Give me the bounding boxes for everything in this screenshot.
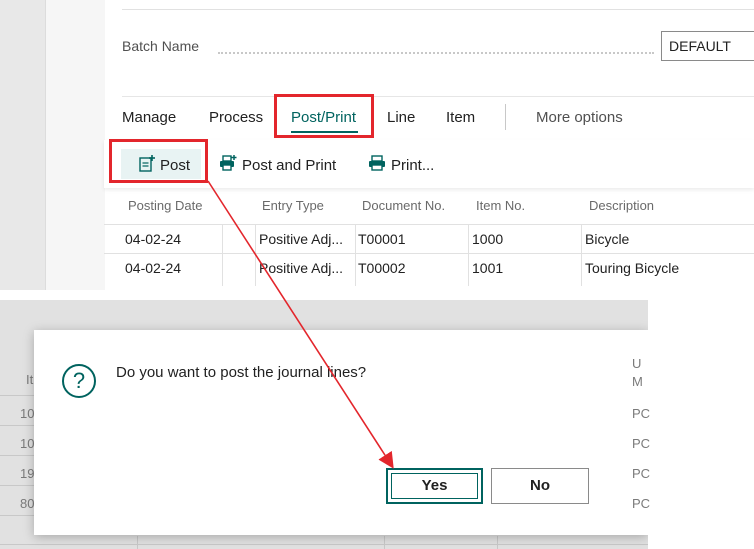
page-right-margin xyxy=(648,300,754,549)
highlight-box-post-print-tab xyxy=(274,94,374,138)
top-divider xyxy=(122,9,754,10)
highlight-box-post-button xyxy=(109,139,208,183)
background-cell: PC xyxy=(632,466,651,481)
background-cell: PC xyxy=(632,406,651,421)
column-header-document-no[interactable]: Document No. xyxy=(362,198,445,213)
grid-divider xyxy=(255,224,256,286)
menu-divider xyxy=(122,96,754,97)
grid-divider xyxy=(0,544,648,545)
post-and-print-icon xyxy=(220,155,237,171)
batch-name-leader xyxy=(218,40,654,54)
tab-process[interactable]: Process xyxy=(209,109,263,126)
batch-name-label: Batch Name xyxy=(122,38,200,54)
grid-divider xyxy=(0,395,34,396)
grid-divider xyxy=(137,536,138,549)
question-icon: ? xyxy=(62,364,96,398)
grid-divider xyxy=(0,455,34,456)
cell-document-no[interactable]: T00002 xyxy=(358,260,405,276)
print-button[interactable]: Print... xyxy=(391,157,434,174)
left-strip-inner xyxy=(45,0,105,290)
table-row[interactable] xyxy=(104,224,754,253)
cell-posting-date[interactable]: 04-02-24 xyxy=(125,231,181,247)
batch-name-field[interactable]: DEFAULT xyxy=(661,31,754,61)
cell-posting-date[interactable]: 04-02-24 xyxy=(125,260,181,276)
grid-divider xyxy=(497,536,498,549)
grid-divider xyxy=(355,224,356,286)
post-and-print-button[interactable]: Post and Print xyxy=(242,157,336,174)
grid-divider xyxy=(0,425,34,426)
column-header-entry-type[interactable]: Entry Type xyxy=(262,198,324,213)
background-column-header: M xyxy=(632,374,643,389)
grid-divider xyxy=(384,536,385,549)
confirm-dialog xyxy=(34,330,648,535)
cell-description[interactable]: Touring Bicycle xyxy=(585,260,679,276)
background-column-header: It xyxy=(26,372,34,387)
yes-button[interactable]: Yes xyxy=(386,468,483,504)
background-cell: 80 xyxy=(20,496,35,511)
cell-description[interactable]: Bicycle xyxy=(585,231,629,247)
menu-separator xyxy=(505,104,506,130)
column-header-description[interactable]: Description xyxy=(589,198,654,213)
cell-item-no[interactable]: 1000 xyxy=(472,231,503,247)
tab-manage[interactable]: Manage xyxy=(122,109,176,126)
printer-icon xyxy=(369,155,385,171)
background-cell: PC xyxy=(632,496,651,511)
tab-line[interactable]: Line xyxy=(387,109,415,126)
grid-divider xyxy=(0,515,34,516)
grid-divider xyxy=(222,224,223,286)
more-options-button[interactable]: More options xyxy=(536,109,623,126)
grid-divider xyxy=(0,485,34,486)
cell-entry-type[interactable]: Positive Adj... xyxy=(259,231,343,247)
column-header-posting-date[interactable]: Posting Date xyxy=(128,198,202,213)
grid-divider xyxy=(581,224,582,286)
no-button[interactable]: No xyxy=(491,468,589,504)
cell-item-no[interactable]: 1001 xyxy=(472,260,503,276)
grid-divider xyxy=(468,224,469,286)
tab-item[interactable]: Item xyxy=(446,109,475,126)
column-header-item-no[interactable]: Item No. xyxy=(476,198,525,213)
background-cell: 10 xyxy=(20,436,35,451)
background-column-header: U xyxy=(632,356,642,371)
background-cell: 10 xyxy=(20,406,35,421)
background-cell: 19 xyxy=(20,466,35,481)
yes-button-label: Yes xyxy=(421,477,448,494)
dialog-message: Do you want to post the journal lines? xyxy=(116,364,367,381)
cell-document-no[interactable]: T00001 xyxy=(358,231,405,247)
cell-entry-type[interactable]: Positive Adj... xyxy=(259,260,343,276)
background-cell: PC xyxy=(632,436,651,451)
